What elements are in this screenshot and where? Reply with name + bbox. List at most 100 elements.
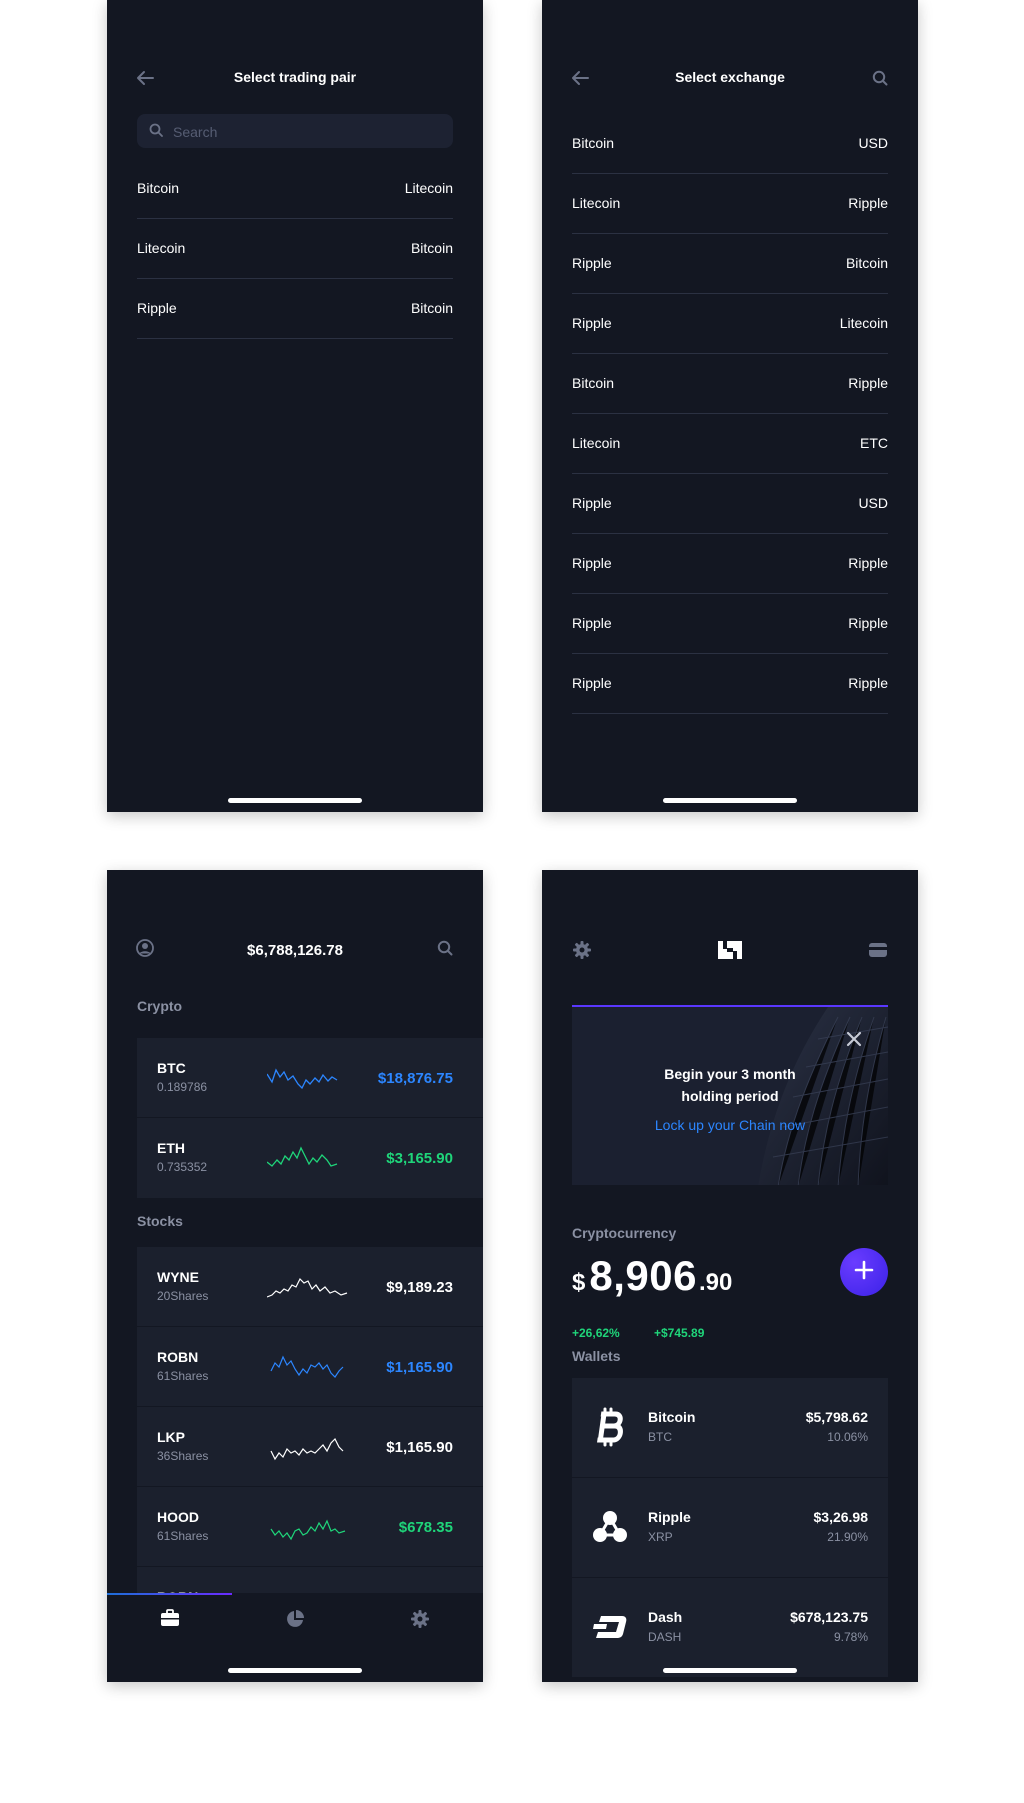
- sparkline: [270, 1437, 344, 1461]
- exchange-to: USD: [858, 135, 888, 151]
- wallet-percent: 21.90%: [827, 1530, 868, 1544]
- home-indicator[interactable]: [228, 798, 362, 803]
- list-item[interactable]: Ripple Litecoin: [572, 294, 888, 354]
- list-item[interactable]: Ripple XRP $3,26.98 21.90%: [572, 1478, 888, 1578]
- list-item[interactable]: Litecoin Ripple: [572, 174, 888, 234]
- cryptocurrency-label: Cryptocurrency: [572, 1225, 677, 1241]
- exchange-to: Ripple: [848, 375, 888, 391]
- list-item[interactable]: Ripple Bitcoin: [137, 279, 453, 339]
- banner-title: Begin your 3 month holding period: [572, 1063, 888, 1107]
- exchange-from: Bitcoin: [572, 135, 615, 151]
- asset-symbol: ETH: [157, 1140, 185, 1156]
- wallet-value: $5,798.62: [805, 1409, 868, 1425]
- crypto-list: BTC 0.189786 $18,876.75 ETH 0.735352 $3,…: [137, 1038, 483, 1198]
- asset-symbol: HOOD: [157, 1509, 199, 1525]
- promo-banner[interactable]: Begin your 3 month holding period Lock u…: [572, 1005, 888, 1185]
- banner-line-2: holding period: [681, 1088, 779, 1104]
- home-indicator[interactable]: [228, 1668, 362, 1673]
- list-item[interactable]: HOOD 61Shares $678.35: [137, 1487, 483, 1567]
- list-item[interactable]: Dash DASH $678,123.75 9.78%: [572, 1578, 888, 1678]
- balance-currency: $: [572, 1269, 586, 1296]
- exchange-list: Bitcoin USD Litecoin Ripple Ripple Bitcoin …: [572, 114, 888, 714]
- home-indicator[interactable]: [663, 1668, 797, 1673]
- search-input[interactable]: Search: [137, 114, 453, 148]
- list-item[interactable]: Bitcoin Ripple: [572, 354, 888, 414]
- asset-symbol: BTC: [157, 1060, 186, 1076]
- quote-asset: Bitcoin: [410, 240, 453, 256]
- asset-price: $678.35: [398, 1519, 453, 1536]
- exchange-from: Ripple: [572, 555, 612, 571]
- list-item[interactable]: ETH 0.735352 $3,165.90: [137, 1118, 483, 1198]
- active-tab-indicator: [107, 1593, 232, 1595]
- exchange-from: Ripple: [572, 495, 612, 511]
- portfolio-screen: $6,788,126.78 Crypto BTC 0.189786 $18,87…: [107, 870, 483, 1682]
- wallets-label: Wallets: [572, 1348, 621, 1364]
- exchange-to: Ripple: [848, 615, 888, 631]
- wallet-symbol: BTC: [648, 1430, 672, 1444]
- list-item[interactable]: WYNE 20Shares $9,189.23: [137, 1247, 483, 1327]
- base-asset: Litecoin: [137, 240, 186, 256]
- sparkline: [267, 1146, 338, 1167]
- list-item[interactable]: ROBN 61Shares $1,165.90: [137, 1327, 483, 1407]
- exchange-from: Litecoin: [572, 435, 621, 451]
- list-item[interactable]: Ripple Ripple: [572, 594, 888, 654]
- list-item[interactable]: BTC 0.189786 $18,876.75: [137, 1038, 483, 1118]
- change-percent: +26,62%: [572, 1326, 620, 1340]
- asset-shares: 36Shares: [157, 1449, 209, 1463]
- lockup-link[interactable]: Lock up your Chain now: [572, 1117, 888, 1133]
- portfolio-total: $6,788,126.78: [247, 942, 343, 959]
- add-button[interactable]: [840, 1248, 888, 1296]
- wallet-screen: Begin your 3 month holding period Lock u…: [542, 870, 918, 1682]
- sparkline: [267, 1277, 348, 1298]
- list-item[interactable]: Bitcoin BTC $5,798.62 10.06%: [572, 1378, 888, 1478]
- sparkline: [267, 1068, 338, 1090]
- list-item[interactable]: Litecoin ETC: [572, 414, 888, 474]
- briefcase-icon: [160, 1609, 180, 1635]
- search-icon[interactable]: [433, 936, 457, 960]
- base-asset: Bitcoin: [137, 180, 180, 196]
- list-item[interactable]: Litecoin Bitcoin: [137, 219, 453, 279]
- exchange-from: Ripple: [572, 675, 612, 691]
- asset-price: $1,165.90: [386, 1359, 453, 1376]
- gear-icon[interactable]: [570, 938, 594, 962]
- wallet-value: $3,26.98: [813, 1509, 869, 1525]
- exchange-to: Ripple: [848, 195, 888, 211]
- card-icon[interactable]: [866, 938, 890, 962]
- exchange-to: Ripple: [848, 555, 888, 571]
- exchange-from: Ripple: [572, 615, 612, 631]
- wallet-name: Dash: [648, 1609, 683, 1625]
- close-icon[interactable]: [844, 1029, 864, 1049]
- asset-price: $1,165.90: [386, 1439, 453, 1456]
- page-title: Select exchange: [675, 69, 785, 85]
- wallet-symbol: XRP: [648, 1530, 673, 1544]
- header: Select exchange: [542, 64, 918, 92]
- asset-symbol: ROBN: [157, 1349, 199, 1365]
- change-amount: +$745.89: [654, 1326, 705, 1340]
- tab-analytics[interactable]: [232, 1609, 357, 1635]
- home-indicator[interactable]: [663, 798, 797, 803]
- list-item[interactable]: Ripple Ripple: [572, 654, 888, 714]
- trading-pair-screen: Select trading pair Search Bitcoin Litec…: [107, 0, 483, 812]
- sparkline: [270, 1355, 344, 1378]
- list-item[interactable]: Bitcoin USD: [572, 114, 888, 174]
- list-item[interactable]: Ripple USD: [572, 474, 888, 534]
- stocks-list: WYNE 20Shares $9,189.23 ROBN 61Shares $1…: [137, 1247, 483, 1647]
- list-item[interactable]: Bitcoin Litecoin: [137, 159, 453, 219]
- list-item[interactable]: Ripple Ripple: [572, 534, 888, 594]
- exchange-from: Bitcoin: [572, 375, 615, 391]
- search-icon[interactable]: [868, 66, 892, 90]
- exchange-to: ETC: [860, 435, 888, 451]
- quote-asset: Litecoin: [404, 180, 453, 196]
- search-icon: [149, 123, 163, 142]
- header: Select trading pair: [107, 64, 483, 92]
- exchange-from: Litecoin: [572, 195, 621, 211]
- pair-list: Bitcoin Litecoin Litecoin Bitcoin Ripple…: [137, 159, 453, 339]
- wallet-value: $678,123.75: [790, 1609, 868, 1625]
- exchange-from: Ripple: [572, 315, 612, 331]
- dash-icon: [590, 1604, 630, 1650]
- list-item[interactable]: Ripple Bitcoin: [572, 234, 888, 294]
- exchange-to: Litecoin: [839, 315, 888, 331]
- tab-settings[interactable]: [357, 1609, 482, 1635]
- tab-portfolio[interactable]: [107, 1609, 232, 1635]
- list-item[interactable]: LKP 36Shares $1,165.90: [137, 1407, 483, 1487]
